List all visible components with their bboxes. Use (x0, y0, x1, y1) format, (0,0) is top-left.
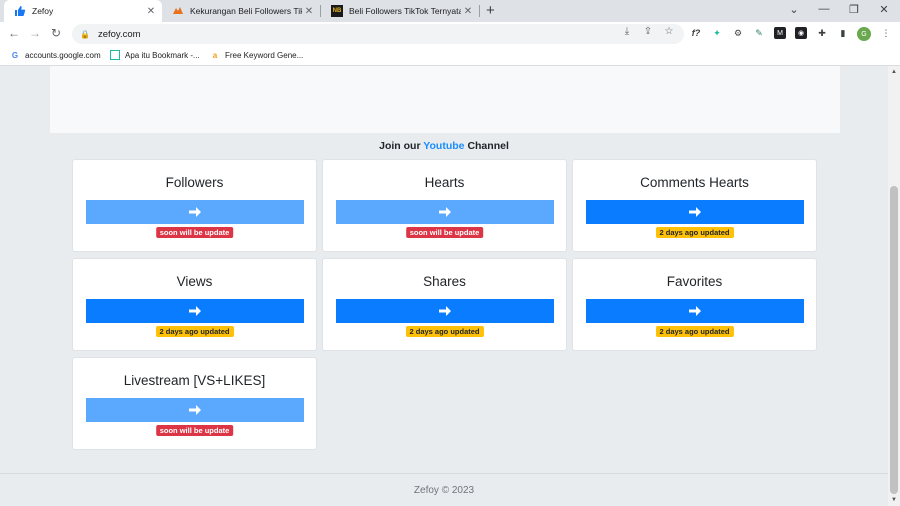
bookmark-free-keyword[interactable]: a Free Keyword Gene... (210, 50, 304, 60)
status-badge: 2 days ago updated (405, 326, 484, 337)
card-title: Comments Hearts (640, 175, 749, 190)
share-icon[interactable]: ⇪ (641, 26, 655, 37)
close-icon[interactable]: ✕ (461, 6, 475, 17)
bookmark-label: Free Keyword Gene... (225, 50, 304, 60)
reload-icon[interactable]: ↻ (48, 26, 64, 40)
tab-beli-followers[interactable]: NB Beli Followers TikTok Ternyata Bi... … (321, 0, 479, 22)
views-button[interactable] (86, 299, 304, 323)
tab-zefoy[interactable]: Zefoy ✕ (4, 0, 162, 22)
card-hearts: Hearts soon will be update (322, 159, 567, 252)
followers-button[interactable] (86, 200, 304, 224)
livestream-button[interactable] (86, 398, 304, 422)
puzzle-extensions-icon[interactable]: ✚ (816, 27, 828, 39)
profile-avatar[interactable]: G (857, 27, 871, 41)
scroll-thumb[interactable] (890, 186, 898, 494)
site-icon (172, 5, 184, 17)
menu-dots-icon[interactable]: ⋮ (880, 27, 892, 39)
leaf-extension-icon[interactable]: ✦ (711, 27, 723, 39)
arrow-right-icon (689, 306, 701, 316)
arrow-right-icon (439, 207, 451, 217)
bookmark-star-icon[interactable]: ☆ (662, 26, 676, 37)
side-panel-icon[interactable]: ▮ (837, 27, 849, 39)
card-views: Views 2 days ago updated (72, 258, 317, 351)
new-tab-button[interactable]: + (486, 2, 495, 19)
bookmark-label: Apa itu Bookmark -... (125, 50, 200, 60)
card-title: Followers (165, 175, 224, 190)
card-shares: Shares 2 days ago updated (322, 258, 567, 351)
page-footer: Zefoy © 2023 (0, 473, 888, 506)
minimize-icon[interactable]: — (814, 3, 834, 15)
shares-button[interactable] (336, 299, 554, 323)
tab-separator (479, 5, 480, 17)
restore-icon[interactable]: ❐ (844, 3, 864, 16)
bookmark-label: accounts.google.com (25, 50, 101, 60)
bookmark-accounts-google[interactable]: G accounts.google.com (10, 50, 101, 60)
card-comments-hearts: Comments Hearts 2 days ago updated (572, 159, 817, 252)
close-window-icon[interactable]: ✕ (874, 3, 894, 16)
close-icon[interactable]: ✕ (144, 6, 158, 17)
status-badge: soon will be update (405, 227, 484, 238)
tab-search-icon[interactable]: ⌄ (784, 3, 804, 16)
forward-icon[interactable]: → (27, 26, 43, 40)
status-badge: 2 days ago updated (155, 326, 234, 337)
tab-kekurangan[interactable]: Kekurangan Beli Followers TikTok... ✕ (162, 0, 320, 22)
tab-title: Beli Followers TikTok Ternyata Bi... (349, 6, 461, 16)
lock-icon: 🔒 (80, 29, 90, 39)
top-panel (50, 66, 840, 133)
tab-strip: Zefoy ✕ Kekurangan Beli Followers TikTok… (0, 0, 900, 22)
arrow-right-icon (189, 306, 201, 316)
status-badge: 2 days ago updated (655, 227, 734, 238)
youtube-link[interactable]: Youtube (423, 140, 464, 152)
address-bar[interactable]: 🔒 zefoy.com (72, 24, 684, 44)
bookmarks-bar: G accounts.google.com Apa itu Bookmark -… (0, 46, 900, 66)
card-title: Favorites (666, 274, 723, 289)
nb-logo-icon: NB (331, 5, 343, 17)
install-icon[interactable]: ⤓ (620, 26, 634, 37)
font-extension-icon[interactable]: f? (690, 27, 702, 39)
card-title: Views (176, 274, 213, 289)
arrow-right-icon (439, 306, 451, 316)
card-favorites: Favorites 2 days ago updated (572, 258, 817, 351)
bookmark-apa-itu[interactable]: Apa itu Bookmark -... (110, 50, 200, 60)
hearts-button[interactable] (336, 200, 554, 224)
card-title: Hearts (424, 175, 465, 190)
scroll-up-icon[interactable]: ▲ (888, 66, 900, 78)
page-scrollbar[interactable]: ▲ ▼ (888, 66, 900, 506)
favorites-button[interactable] (586, 299, 804, 323)
status-badge: soon will be update (155, 425, 234, 436)
page-icon (110, 50, 120, 60)
arrow-right-icon (189, 405, 201, 415)
camera-extension-icon[interactable]: ◉ (795, 27, 807, 39)
card-title: Livestream [VS+LIKES] (123, 373, 266, 388)
status-badge: soon will be update (155, 227, 234, 238)
card-title: Shares (423, 274, 466, 289)
arrow-right-icon (689, 207, 701, 217)
gear-extension-icon[interactable]: ⚙ (732, 27, 744, 39)
tab-title: Kekurangan Beli Followers TikTok... (190, 6, 302, 16)
card-livestream: Livestream [VS+LIKES] soon will be updat… (72, 357, 317, 450)
a-logo-icon: a (212, 50, 218, 60)
comments-hearts-button[interactable] (586, 200, 804, 224)
tab-title: Zefoy (32, 6, 54, 16)
scroll-down-icon[interactable]: ▼ (888, 494, 900, 506)
pen-extension-icon[interactable]: ✎ (753, 27, 765, 39)
m-extension-icon[interactable]: M (774, 27, 786, 39)
status-badge: 2 days ago updated (655, 326, 734, 337)
page-viewport: Join our Youtube Channel Followers soon … (0, 66, 888, 506)
back-icon[interactable]: ← (6, 26, 22, 40)
close-icon[interactable]: ✕ (302, 6, 316, 17)
thumbs-up-icon (14, 5, 26, 17)
url-text: zefoy.com (97, 28, 141, 40)
join-youtube-text: Join our Youtube Channel (379, 140, 509, 152)
arrow-right-icon (189, 207, 201, 217)
browser-toolbar: ← → ↻ 🔒 zefoy.com ⤓ ⇪ ☆ f? ✦ ⚙ ✎ M ◉ ✚ ▮… (0, 22, 900, 46)
card-followers: Followers soon will be update (72, 159, 317, 252)
google-icon: G (11, 50, 19, 60)
